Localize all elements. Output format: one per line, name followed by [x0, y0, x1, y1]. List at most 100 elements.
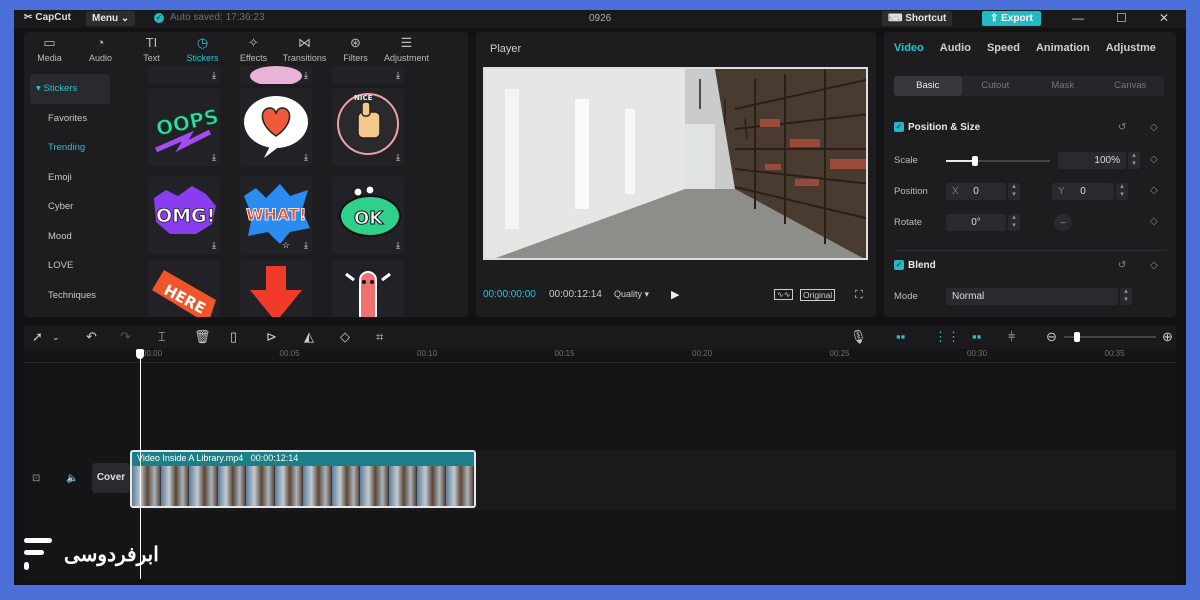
subtab-canvas[interactable]: Canvas [1097, 76, 1165, 96]
track-audio-icon[interactable]: 🔈 [66, 473, 78, 484]
sticker-character[interactable]: ⤓ [332, 260, 404, 317]
category-trending[interactable]: Trending [30, 133, 110, 163]
video-clip[interactable]: Video Inside A Library.mp4 00:00:12:14 [130, 450, 476, 508]
tool-tab-audio[interactable]: ◔ Audio [75, 32, 126, 66]
category-favorites[interactable]: Favorites [30, 104, 110, 134]
reverse-icon[interactable]: ⊳ [266, 329, 277, 345]
reset-icon[interactable]: ↺ [1118, 260, 1126, 271]
sticker-arrow-down[interactable]: ⤓ [240, 260, 312, 317]
category-mood[interactable]: Mood [30, 222, 110, 252]
preview-axis-icon[interactable]: ⫩ [1008, 329, 1015, 345]
rotate-input[interactable]: 0° [946, 214, 1006, 231]
sticker-item[interactable]: ⤓ [148, 66, 220, 84]
menu-button[interactable]: Menu ⌄ [86, 11, 136, 26]
inspector-tab-video[interactable]: Video [894, 42, 924, 54]
waveform-icon[interactable]: ∿∿ [774, 289, 794, 300]
sticker-item[interactable]: ⤓ [332, 66, 404, 84]
category-love[interactable]: LOVE [30, 251, 110, 281]
keyframe-icon[interactable]: ◇ [1150, 122, 1158, 133]
reset-icon[interactable]: ↺ [1118, 122, 1126, 133]
auto-snap-icon[interactable]: ⋮⋮ [934, 329, 960, 345]
tool-tab-effects[interactable]: ✧ Effects [228, 32, 279, 66]
rotate-icon[interactable]: ◇ [340, 329, 350, 345]
sticker-omg[interactable]: OMG! ⤓ [148, 176, 220, 254]
chevron-down-icon[interactable]: ⌄ [52, 332, 60, 343]
category-emoji[interactable]: Emoji [30, 163, 110, 193]
main-track-magnet-icon[interactable]: ▪▪ [896, 329, 905, 344]
select-cursor-icon[interactable]: ➚ [32, 329, 43, 345]
blend-header[interactable]: ✓ Blend ↺ ◇ [894, 260, 1166, 271]
maximize-icon[interactable]: ☐ [1116, 11, 1127, 25]
tool-tab-media[interactable]: ▭ Media [24, 32, 75, 66]
timeline[interactable]: 00:00 00:05 00:10 00:15 00:20 00:25 00:30 00:35… [24, 349, 1176, 579]
tool-tab-filters[interactable]: ⊛ Filters [330, 32, 381, 66]
shortcut-button[interactable]: ⌨ Shortcut [882, 11, 953, 26]
keyframe-icon[interactable]: ◇ [1150, 216, 1158, 227]
zoom-slider[interactable] [1064, 332, 1156, 342]
scale-slider-handle[interactable] [972, 156, 979, 166]
play-icon[interactable]: ▶ [671, 288, 679, 301]
subtab-cutout[interactable]: Cutout [962, 76, 1030, 96]
undo-icon[interactable]: ↶ [86, 329, 97, 345]
scale-input[interactable]: 100% [1058, 152, 1126, 169]
blend-mode-stepper[interactable]: ▴ ▾ [1120, 288, 1132, 305]
sticker-heart[interactable]: ⤓ [240, 88, 312, 166]
tool-tab-adjustment[interactable]: ☰ Adjustment [381, 32, 432, 66]
linkage-icon[interactable]: ▪▪ [972, 329, 981, 344]
original-ratio-button[interactable]: Original [800, 289, 836, 301]
microphone-icon[interactable]: 🎙 [850, 329, 867, 345]
sticker-nice[interactable]: NICE ⤓ [332, 88, 404, 166]
mirror-icon[interactable]: ◭ [304, 329, 314, 345]
fullscreen-icon[interactable]: ⛶ [855, 289, 863, 302]
blend-mode-select[interactable]: Normal [946, 288, 1118, 305]
tool-tab-text[interactable]: TI Text [126, 32, 177, 66]
sticker-oops[interactable]: OOPS ⤓ [148, 88, 220, 166]
checkbox-icon[interactable]: ✓ [894, 260, 904, 271]
quality-dropdown[interactable]: Quality ▾ [614, 289, 649, 300]
subtab-basic[interactable]: Basic [894, 76, 962, 96]
track-video-icon[interactable]: ⊡ [32, 473, 40, 484]
checkbox-icon[interactable]: ✓ [894, 122, 904, 133]
delete-icon[interactable]: 🗑 [194, 329, 211, 345]
close-icon[interactable]: ✕ [1159, 11, 1169, 25]
subtab-mask[interactable]: Mask [1029, 76, 1097, 96]
redo-icon[interactable]: ↷ [120, 329, 131, 345]
inspector-tab-adjustme[interactable]: Adjustme [1106, 42, 1156, 54]
position-x-input[interactable]: X0 [946, 183, 1006, 200]
rotate-dial-icon[interactable]: – [1054, 214, 1072, 231]
position-y-input[interactable]: Y0 [1052, 183, 1114, 200]
inspector-tab-animation[interactable]: Animation [1036, 42, 1090, 54]
sticker-what[interactable]: WHAT! ☆ ⤓ [240, 176, 312, 254]
tool-tab-stickers[interactable]: ◷ Stickers [177, 32, 228, 66]
position-x-stepper[interactable]: ▴ ▾ [1008, 183, 1020, 200]
scale-stepper[interactable]: ▴ ▾ [1128, 152, 1140, 169]
video-preview[interactable] [483, 67, 868, 260]
position-size-header[interactable]: ✓ Position & Size ↺ ◇ [894, 122, 1166, 133]
inspector-tab-audio[interactable]: Audio [940, 42, 971, 54]
category-cyber[interactable]: Cyber [30, 192, 110, 222]
scale-slider[interactable] [946, 156, 1050, 166]
cover-button[interactable]: Cover [92, 463, 130, 493]
crop-icon[interactable]: ⌗ [376, 329, 383, 345]
keyframe-icon[interactable]: ◇ [1150, 260, 1158, 271]
export-button[interactable]: ⇪ Export [982, 11, 1041, 26]
split-icon[interactable]: ⌶ [158, 329, 166, 345]
keyframe-icon[interactable]: ◇ [1150, 154, 1158, 165]
sticker-ok[interactable]: OK ⤓ [332, 176, 404, 254]
zoom-out-icon[interactable]: ⊖ [1046, 329, 1057, 345]
project-title[interactable]: 0926 [589, 13, 611, 24]
sticker-item[interactable]: ⤓ [240, 66, 312, 84]
inspector-tab-speed[interactable]: Speed [987, 42, 1020, 54]
sticker-here[interactable]: HERE ⤓ [148, 260, 220, 317]
rotate-stepper[interactable]: ▴ ▾ [1008, 214, 1020, 231]
minimize-icon[interactable]: — [1072, 11, 1084, 25]
position-y-stepper[interactable]: ▴ ▾ [1116, 183, 1128, 200]
tool-tab-transitions[interactable]: ⋈ Transitions [279, 32, 330, 66]
zoom-in-icon[interactable]: ⊕ [1162, 329, 1173, 345]
category-stickers[interactable]: ▾ Stickers [30, 74, 110, 104]
category-techniques[interactable]: Techniques [30, 281, 110, 311]
keyframe-icon[interactable]: ◇ [1150, 185, 1158, 196]
time-ruler[interactable]: 00:00 00:05 00:10 00:15 00:20 00:25 00:30 00:35 [24, 349, 1176, 363]
freeze-icon[interactable]: ▯ [230, 329, 237, 345]
zoom-slider-handle[interactable] [1074, 332, 1080, 342]
